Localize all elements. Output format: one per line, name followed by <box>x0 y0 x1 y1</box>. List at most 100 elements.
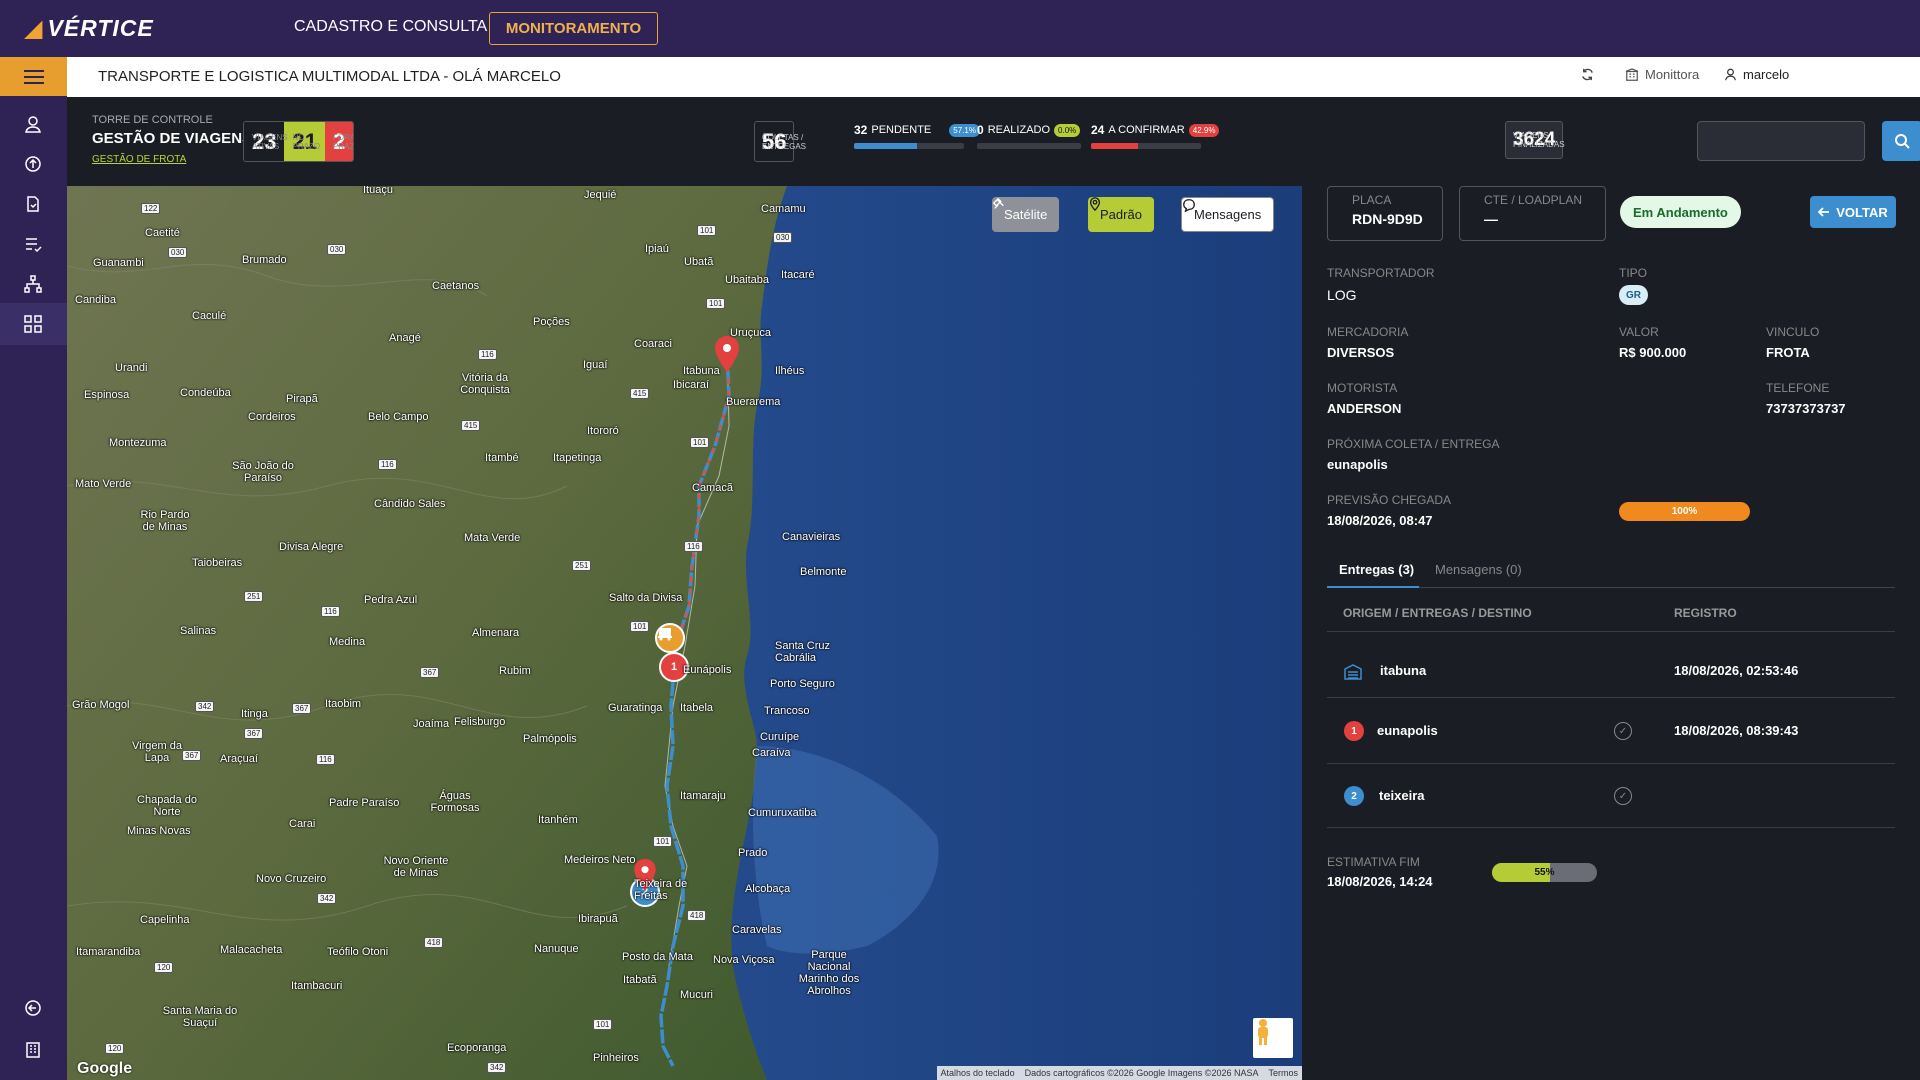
highway-shield: 116 <box>478 349 497 360</box>
nav-monitoramento[interactable]: MONITORAMENTO <box>489 12 658 45</box>
street-view-button[interactable] <box>1253 1018 1293 1058</box>
place-label: Teixeira de Freitas <box>634 878 688 902</box>
chat-icon <box>1183 199 1195 212</box>
place-label: Caraíva <box>752 747 791 759</box>
tab-messages[interactable]: Mensagens (0) <box>1435 562 1522 577</box>
kpi-on-time[interactable]: 21 NO PRAZO <box>284 122 325 161</box>
sidebar <box>0 57 67 1080</box>
highway-shield: 367 <box>420 667 440 678</box>
cte-value: — <box>1484 211 1498 227</box>
pending-label: PENDENTE <box>871 124 932 136</box>
table-row[interactable]: itabuna 18/08/2026, 02:53:46 <box>1327 646 1895 698</box>
refresh-icon <box>1582 68 1593 81</box>
stat-to-confirm[interactable]: 24 A CONFIRMAR 42.9% <box>1091 123 1220 149</box>
highway-shield: 101 <box>706 298 726 309</box>
place-label: Uruçuca <box>730 327 771 339</box>
user-icon[interactable] <box>22 113 44 135</box>
value-label: VALOR <box>1619 325 1659 339</box>
dashboard-icon[interactable] <box>22 313 44 335</box>
highway-shield: 101 <box>690 437 710 448</box>
kpi-late[interactable]: 2 FORA DO PRAZO <box>324 122 354 161</box>
upload-icon[interactable] <box>22 153 44 175</box>
kpi-active-trips[interactable]: 23 VIAGENS ATIVAS <box>244 122 288 161</box>
truck-icon <box>658 628 672 641</box>
building-icon[interactable] <box>22 1039 44 1061</box>
place-label: Itapetinga <box>553 452 602 464</box>
search-button[interactable] <box>1882 121 1920 161</box>
truck-marker[interactable] <box>655 623 685 653</box>
menu-button[interactable] <box>0 57 67 96</box>
user-name: marcelo <box>1743 67 1790 82</box>
cte-label: CTE / LOADPLAN <box>1484 193 1583 207</box>
org-name: Monittora <box>1645 67 1700 82</box>
row-stop2-name: teixeira <box>1379 788 1425 803</box>
user-menu[interactable]: marcelo <box>1724 67 1789 82</box>
kpi-finished-trips[interactable]: 3624 VIAGENS FINALIZADAS <box>1505 121 1565 159</box>
estimate-progress-text: 55% <box>1534 867 1555 878</box>
stat-pending[interactable]: 32 PENDENTE 57.1% <box>854 123 980 149</box>
value-value: R$ 900.000 <box>1619 345 1687 360</box>
map-view[interactable]: 1 2 Satélite Padrão Mensagens Ituaçu Jeq… <box>67 186 1302 1080</box>
place-label: Canavieiras <box>782 531 841 543</box>
table-row[interactable]: 1 eunapolis ✓ 18/08/2026, 08:39:43 <box>1327 698 1895 764</box>
tab-active-indicator <box>1327 586 1419 588</box>
search-input[interactable] <box>1697 121 1865 161</box>
highway-shield: 030 <box>773 232 793 243</box>
standard-button[interactable]: Padrão <box>1088 197 1154 232</box>
place-label: Araçuaí <box>220 753 258 765</box>
tower-label: TORRE DE CONTROLE <box>92 114 213 126</box>
place-label: Rio Pardo de Minas <box>140 509 190 533</box>
tab-deliveries[interactable]: Entregas (3) <box>1339 562 1414 577</box>
cte-field: CTE / LOADPLAN — <box>1459 186 1606 241</box>
place-label: Itabuna <box>683 365 720 377</box>
org-selector[interactable]: Monittora <box>1625 67 1699 82</box>
network-icon[interactable] <box>22 273 44 295</box>
carrier-label: TRANSPORTADOR <box>1327 266 1435 280</box>
nav-cadastro-consulta[interactable]: CADASTRO E CONSULTA <box>294 18 487 36</box>
highway-shield: 342 <box>195 701 215 712</box>
highway-shield: 367 <box>182 750 202 761</box>
logout-icon[interactable] <box>22 997 44 1019</box>
terms-link[interactable]: Termos <box>1268 1068 1298 1078</box>
satellite-button[interactable]: Satélite <box>992 197 1060 232</box>
highway-shield: 367 <box>292 703 312 714</box>
back-button[interactable]: VOLTAR <box>1810 196 1896 228</box>
kpi-collections[interactable]: 56 COLETAS / ENTREGAS <box>754 121 806 162</box>
estimate-progress: 55% <box>1492 863 1597 882</box>
place-label: Belo Campo <box>368 411 429 423</box>
stat-done[interactable]: 0 REALIZADO 0.0% <box>977 123 1081 149</box>
place-label: Itambé <box>485 452 519 464</box>
col-register: REGISTRO <box>1674 606 1737 620</box>
to-confirm-bar <box>1091 143 1201 149</box>
fleet-management-link[interactable]: GESTÃO DE FROTA <box>92 154 186 165</box>
trip-kpi-group: 23 VIAGENS ATIVAS 21 NO PRAZO 2 FORA DO … <box>243 121 355 162</box>
highway-shield: 120 <box>154 962 174 973</box>
keyboard-shortcuts-link[interactable]: Atalhos do teclado <box>941 1068 1015 1078</box>
warehouse-icon <box>1344 664 1362 680</box>
highway-shield: 101 <box>630 621 650 632</box>
place-label: Itamaraju <box>680 790 726 802</box>
messages-button[interactable]: Mensagens <box>1181 197 1275 232</box>
place-label: Mato Verde <box>75 478 132 490</box>
carrier-value: LOG <box>1327 287 1357 303</box>
building-icon <box>1625 67 1639 81</box>
refresh-button[interactable] <box>1580 67 1595 82</box>
document-icon[interactable] <box>22 193 44 215</box>
checklist-icon[interactable] <box>22 233 44 255</box>
plate-value: RDN-9D9D <box>1352 211 1423 227</box>
location-icon <box>1089 197 1101 211</box>
place-label: Chapada do Norte <box>137 794 197 818</box>
brand-logo[interactable]: ◢ VÉRTICE <box>24 14 154 43</box>
highway-shield: 030 <box>168 247 188 258</box>
plate-field: PLACA RDN-9D9D <box>1327 186 1443 241</box>
table-row[interactable]: 2 teixeira ✓ <box>1327 764 1895 828</box>
place-label: Buerarema <box>726 396 781 408</box>
row-stop1-name: eunapolis <box>1377 723 1438 738</box>
place-label: Ibirapuã <box>578 913 618 925</box>
place-label: São João do Paraíso <box>232 460 294 484</box>
eta-value: 18/08/2026, 08:47 <box>1327 513 1433 528</box>
highway-shield: 418 <box>687 910 707 921</box>
place-label: Itambacuri <box>291 980 343 992</box>
place-label: Palmópolis <box>523 733 577 745</box>
place-label: Minas Novas <box>127 825 191 837</box>
